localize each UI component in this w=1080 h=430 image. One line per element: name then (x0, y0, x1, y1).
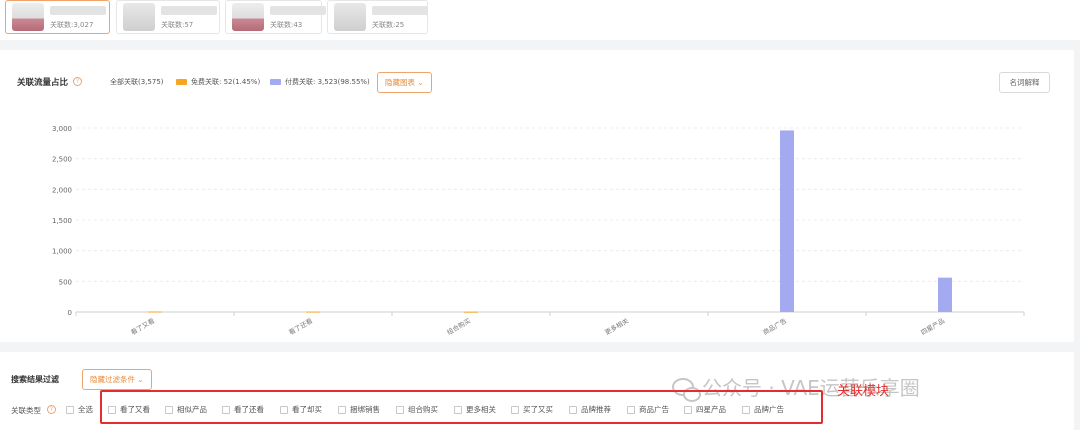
bar-free (148, 311, 162, 313)
x-tick-label: 四星产品 (919, 316, 946, 337)
annotation-highlight-box (100, 390, 823, 424)
product-card[interactable]: 关联数:25 (327, 0, 428, 34)
product-count: 关联数:25 (372, 21, 405, 29)
bar-paid (938, 277, 952, 312)
y-tick-label: 1,500 (52, 217, 72, 225)
product-title-blurred (372, 6, 428, 15)
bar-free (306, 311, 320, 313)
association-type-label: 关联类型 (11, 406, 41, 415)
product-title-blurred (50, 6, 106, 15)
bar-paid (780, 130, 794, 312)
product-thumbnail (334, 3, 366, 31)
hide-filter-label: 隐藏过滤条件 (90, 375, 135, 384)
x-tick-label: 商品广告 (761, 316, 788, 337)
chevron-down-icon: ⌄ (137, 375, 144, 384)
y-tick-label: 0 (68, 309, 72, 317)
checkbox-box[interactable] (66, 405, 74, 414)
y-tick-label: 1,000 (52, 248, 72, 256)
x-tick-label: 更多相关 (603, 316, 630, 337)
y-tick-label: 2,000 (52, 186, 72, 194)
product-count: 关联数:3,027 (50, 21, 94, 29)
product-thumbnail (123, 3, 155, 31)
association-traffic-panel: 关联流量占比 ? 全部关联(3,575) 免费关联: 52(1.45%) 付费关… (0, 50, 1074, 342)
x-tick-label: 组合购买 (445, 316, 472, 337)
product-card[interactable]: 关联数:3,027 (5, 0, 110, 34)
x-tick-label: 看了还看 (287, 317, 314, 337)
hide-filter-button[interactable]: 隐藏过滤条件 ⌄ (82, 369, 152, 390)
x-tick-label: 看了又看 (129, 317, 156, 337)
product-card[interactable]: 关联数:43 (225, 0, 326, 34)
product-title-blurred (270, 6, 326, 15)
checkbox-label: 全选 (78, 405, 93, 414)
checkbox-select-all[interactable]: 全选 (66, 404, 93, 415)
product-thumbnail (12, 3, 44, 31)
product-count: 关联数:57 (161, 21, 194, 29)
product-thumbnail (232, 3, 264, 31)
bar-free (464, 311, 478, 313)
product-count: 关联数:43 (270, 21, 303, 29)
y-tick-label: 2,500 (52, 156, 72, 164)
y-tick-label: 500 (59, 278, 72, 286)
product-card[interactable]: 关联数:57 (116, 0, 220, 34)
product-strip: 关联数:3,027 关联数:57 关联数:43 关联数:25 (0, 0, 1080, 40)
filter-title: 搜索结果过滤 (11, 375, 59, 384)
product-title-blurred (161, 6, 217, 15)
help-icon[interactable]: ? (47, 405, 56, 414)
bar-chart: 0 500 1,000 1,500 2,000 2,500 3,000 看了又看 看了还看 组合购… (52, 125, 1025, 337)
y-tick-label: 3,000 (52, 125, 72, 133)
annotation-label: 关联模块 (837, 384, 890, 399)
